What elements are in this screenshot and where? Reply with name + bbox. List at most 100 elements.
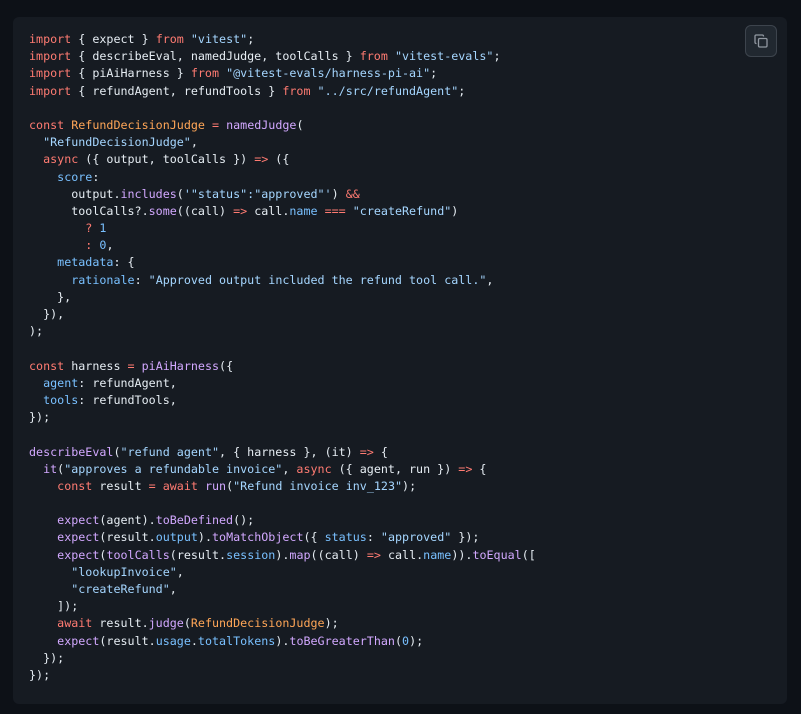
- code-token: harness: [64, 358, 128, 373]
- code-token: ): [331, 186, 346, 201]
- code-token: describeEval: [29, 444, 114, 459]
- code-token: );: [29, 324, 44, 339]
- code-token: piAiHarness: [141, 358, 220, 373]
- copy-button[interactable]: [745, 25, 777, 57]
- code-token: ,: [190, 135, 198, 150]
- code-token: );: [402, 478, 417, 493]
- code-line: score:: [29, 169, 536, 186]
- code-token: from: [282, 83, 311, 98]
- code-line: });: [29, 667, 536, 684]
- code-token: ({ agent, run }): [331, 461, 459, 476]
- code-token: (result.: [99, 633, 156, 648]
- code-token: (: [394, 633, 403, 648]
- code-token: ).: [275, 547, 290, 562]
- code-token: ;: [493, 49, 501, 64]
- code-token: '"status":"approved"': [183, 186, 332, 201]
- code-line: const result = await run("Refund invoice…: [29, 478, 536, 495]
- code-line: }),: [29, 306, 536, 323]
- code-token: call.: [380, 547, 424, 562]
- code-token: import: [29, 49, 72, 64]
- code-token: some: [148, 203, 177, 218]
- code-token: RefundDecisionJudge: [71, 117, 205, 132]
- code-token: expect: [57, 547, 100, 562]
- code-token: ,: [169, 582, 177, 596]
- code-line: rationale: "Approved output included the…: [29, 272, 536, 289]
- code-line: });: [29, 650, 536, 667]
- code-token: includes: [120, 186, 177, 201]
- code-token: const: [29, 117, 65, 132]
- code-line: "createRefund",: [29, 581, 536, 598]
- code-token: it: [43, 461, 58, 476]
- code-token: toolCalls: [106, 547, 170, 562]
- code-token: call.: [247, 203, 290, 218]
- code-token: );: [409, 633, 424, 648]
- code-token: ,: [282, 461, 297, 476]
- code-token: "@vitest-evals/harness-pi-ai": [226, 66, 431, 81]
- code-token: ,: [486, 272, 494, 287]
- code-token: : refundTools,: [78, 392, 177, 407]
- code-token: 0: [402, 633, 410, 648]
- code-token: "refund agent": [120, 444, 220, 459]
- code-token: usage: [155, 633, 191, 648]
- code-token: (agent).: [99, 513, 156, 528]
- code-token: ===: [324, 203, 346, 218]
- code-token: ({: [268, 152, 290, 167]
- code-line: import { refundAgent, refundTools } from…: [29, 83, 536, 100]
- code-token: ();: [233, 513, 255, 528]
- code-token: :: [366, 530, 381, 545]
- code-token: : refundAgent,: [78, 375, 177, 390]
- code-token: RefundDecisionJudge: [190, 616, 325, 631]
- code-token: session: [226, 547, 276, 562]
- code-token: expect: [57, 513, 100, 528]
- code-token: ([: [521, 547, 536, 562]
- code-token: ({: [219, 358, 234, 373]
- code-token: result: [92, 478, 149, 493]
- code-token: (: [296, 117, 304, 132]
- code-token: rationale: [71, 272, 135, 287]
- code-line: import { describeEval, namedJudge, toolC…: [29, 48, 536, 65]
- code-token: );: [324, 616, 339, 631]
- code-token: await: [162, 478, 198, 493]
- code-token: namedJudge: [226, 117, 297, 132]
- code-token: "../src/refundAgent": [317, 83, 459, 98]
- code-token: { describeEval, namedJudge, toolCalls }: [71, 49, 360, 64]
- code-token: ;: [247, 32, 255, 46]
- code-token: result.: [92, 616, 149, 631]
- code-content[interactable]: import { expect } from "vitest"; import {…: [29, 31, 536, 684]
- code-token: =>: [254, 152, 269, 167]
- code-token: ({ output, toolCalls }): [78, 152, 255, 167]
- code-token: =>: [233, 203, 248, 218]
- code-token: ((call): [310, 547, 367, 562]
- code-token: { expect }: [71, 32, 156, 46]
- code-token: from: [155, 32, 184, 46]
- code-line: metadata: {: [29, 254, 536, 271]
- code-line: "lookupInvoice",: [29, 564, 536, 581]
- code-token: :: [134, 272, 149, 287]
- code-token: =>: [366, 547, 381, 562]
- code-line: ]);: [29, 598, 536, 615]
- code-token: ({: [303, 530, 325, 545]
- code-token: toMatchObject: [212, 530, 304, 545]
- code-token: "approved": [380, 530, 452, 545]
- code-token: .: [190, 633, 198, 648]
- code-token: name: [289, 203, 318, 218]
- code-line: async ({ output, toolCalls }) => ({: [29, 151, 536, 168]
- code-token: import: [29, 32, 72, 46]
- code-token: toBeDefined: [155, 513, 234, 528]
- code-token: ,: [106, 238, 114, 253]
- code-token: toEqual: [472, 547, 522, 562]
- code-line: expect(result.output).toMatchObject({ st…: [29, 529, 536, 546]
